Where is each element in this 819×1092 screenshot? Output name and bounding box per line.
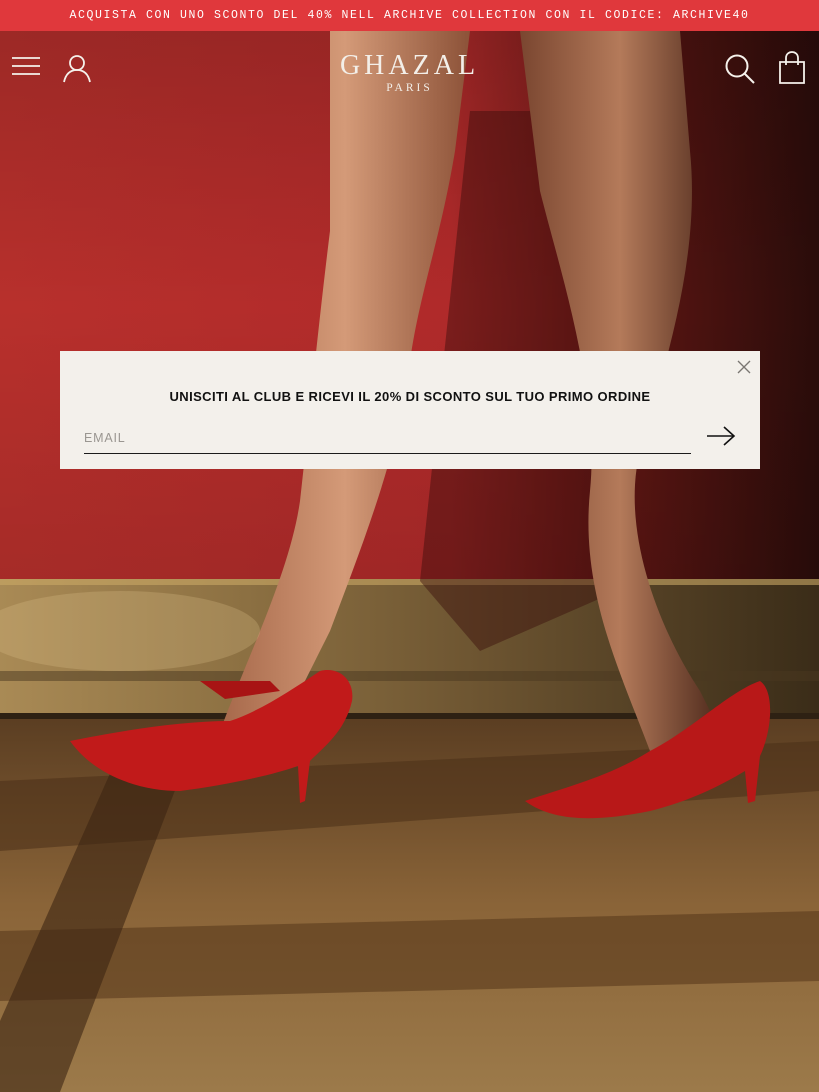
close-icon[interactable] xyxy=(736,359,752,375)
brand-city: PARIS xyxy=(386,82,433,94)
brand-logo[interactable]: GHAZAL PARIS xyxy=(0,51,819,95)
search-icon[interactable] xyxy=(724,53,756,85)
hero-image xyxy=(0,31,819,1092)
shopping-bag-icon[interactable] xyxy=(778,51,806,85)
email-field-wrapper xyxy=(84,423,691,454)
promo-bar[interactable]: ACQUISTA CON UNO SCONTO DEL 40% NELL ARC… xyxy=(0,0,819,31)
promo-text: ACQUISTA CON UNO SCONTO DEL 40% NELL ARC… xyxy=(69,9,750,22)
brand-name: GHAZAL xyxy=(339,50,480,81)
newsletter-modal: UNISCITI AL CLUB E RICEVI IL 20% DI SCON… xyxy=(60,351,760,469)
newsletter-title: UNISCITI AL CLUB E RICEVI IL 20% DI SCON… xyxy=(169,389,651,404)
site-header: GHAZAL PARIS xyxy=(0,31,819,111)
arrow-right-icon[interactable] xyxy=(706,425,736,447)
email-input[interactable] xyxy=(84,423,691,453)
